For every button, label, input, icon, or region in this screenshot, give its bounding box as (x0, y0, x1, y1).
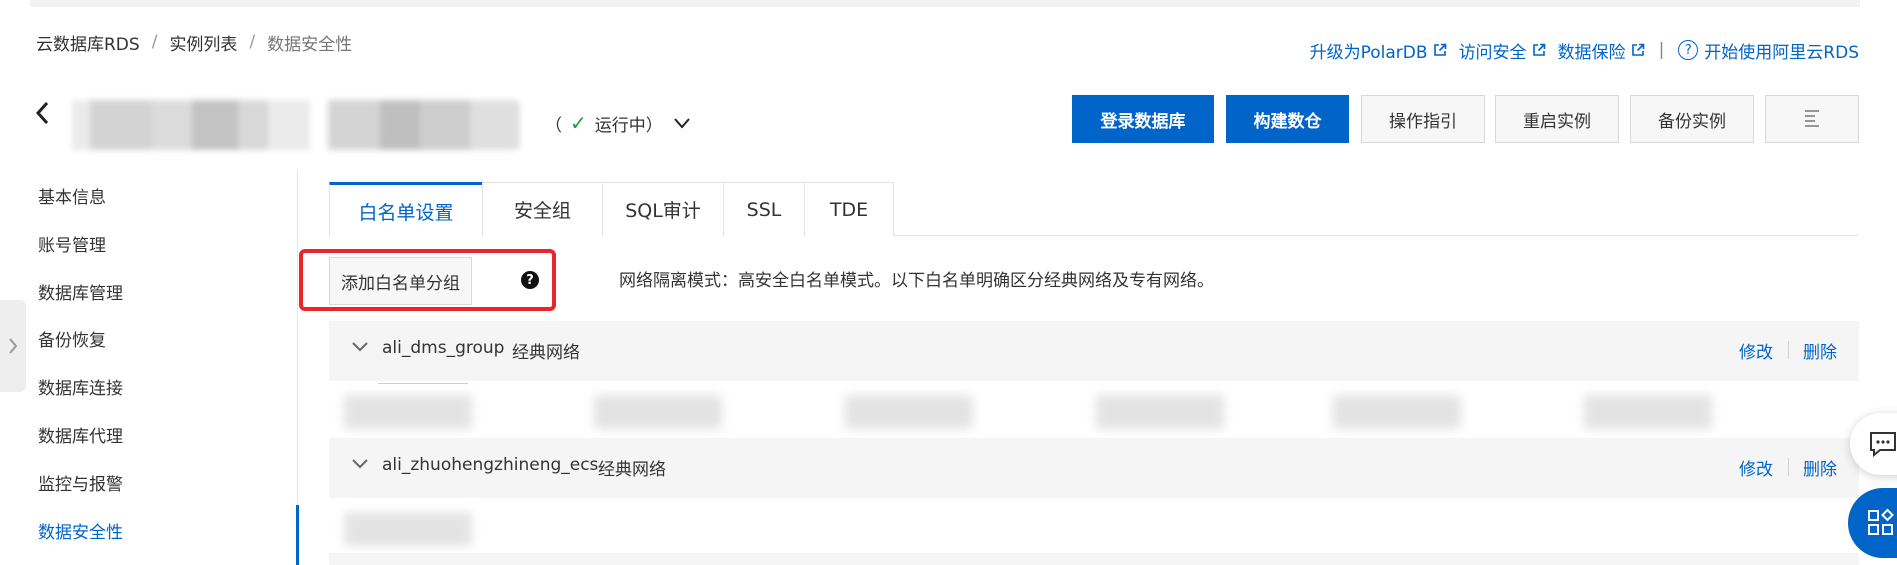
sidebar-item-basic-info[interactable]: 基本信息 (38, 183, 106, 209)
backup-instance-button[interactable]: 备份实例 (1630, 95, 1754, 143)
group-network-type: 经典网络 (598, 460, 666, 480)
sidebar-item-databases[interactable]: 数据库管理 (38, 279, 123, 305)
upgrade-polardb-link[interactable]: 升级为PolarDB (1310, 38, 1447, 63)
build-warehouse-button[interactable]: 构建数仓 (1226, 95, 1349, 143)
more-menu-button[interactable] (1765, 95, 1859, 143)
ip-address-redacted (845, 395, 973, 429)
data-protection-link[interactable]: 数据保险 (1558, 38, 1645, 63)
access-security-link[interactable]: 访问安全 (1459, 38, 1546, 63)
ip-address-redacted (344, 512, 472, 546)
top-strip (30, 0, 1860, 7)
apps-icon (1868, 508, 1894, 535)
sidebar-item-db-connection[interactable]: 数据库连接 (38, 374, 123, 400)
top-links: 升级为PolarDB 访问安全 数据保险 | ? 开始使用阿里云RDS (1298, 38, 1859, 63)
group-network-type: 经典网络 (512, 343, 580, 363)
back-arrow-icon[interactable] (34, 100, 50, 126)
ip-address-redacted (594, 395, 722, 429)
delete-group-link[interactable]: 删除 (1803, 455, 1837, 480)
external-link-icon (1433, 43, 1446, 56)
sidebar-active-indicator (296, 505, 299, 565)
group-name: ali_dms_group (382, 338, 505, 358)
tab-whitelist[interactable]: 白名单设置 (329, 182, 483, 237)
whitelist-ip-row (329, 500, 1859, 556)
ip-address-redacted (1333, 395, 1461, 429)
chevron-down-icon[interactable] (351, 458, 369, 470)
tab-tde[interactable]: TDE (804, 182, 894, 236)
delete-group-link[interactable]: 删除 (1803, 338, 1837, 363)
access-security-label: 访问安全 (1458, 42, 1527, 63)
whitelist-group-header: ali_dms_group 经典网络 修改 删除 (329, 321, 1859, 381)
external-link-icon (1631, 43, 1644, 56)
sidebar (0, 170, 298, 565)
sidebar-item-accounts[interactable]: 账号管理 (38, 231, 106, 257)
getting-started-link[interactable]: ? 开始使用阿里云RDS (1678, 38, 1859, 63)
sidebar-item-db-proxy[interactable]: 数据库代理 (38, 422, 123, 448)
status-close-paren: ） (645, 115, 663, 136)
links-divider: | (1658, 40, 1665, 60)
breadcrumb-instance-list[interactable]: 实例列表 (169, 30, 237, 55)
question-icon[interactable]: ? (521, 271, 539, 289)
network-isolation-note: 网络隔离模式：高安全白名单模式。以下白名单明确区分经典网络及专有网络。 (619, 271, 1214, 291)
chevron-down-icon[interactable] (351, 341, 369, 353)
getting-started-label: 开始使用阿里云RDS (1704, 42, 1859, 63)
ip-address-redacted (344, 395, 472, 429)
status-open-paren: （ (545, 115, 562, 136)
ip-address-redacted (1096, 395, 1224, 429)
external-link-icon (1532, 43, 1545, 56)
sidebar-item-backup-restore[interactable]: 备份恢复 (38, 326, 106, 352)
chat-icon (1870, 432, 1896, 458)
help-circle-icon: ? (1678, 40, 1699, 60)
check-icon: ✓ (570, 111, 587, 135)
tab-ssl[interactable]: SSL (723, 182, 805, 236)
group-name: ali_zhuohengzhineng_ecs (382, 455, 599, 475)
status-label: 运行中 (594, 115, 646, 136)
sidebar-collapse-handle[interactable] (0, 300, 26, 392)
whitelist-group-header: ali_zhuohengzhineng_ecs 经典网络 修改 删除 (329, 438, 1859, 498)
operation-guide-button[interactable]: 操作指引 (1361, 95, 1485, 143)
collapse-arrow-icon (9, 338, 18, 354)
data-protection-label: 数据保险 (1557, 42, 1626, 63)
breadcrumb-separator: / (151, 32, 158, 52)
ip-address-redacted (1584, 395, 1712, 429)
instance-status[interactable]: （ ✓ 运行中 ） (545, 110, 691, 136)
edit-group-link[interactable]: 修改 (1739, 338, 1773, 363)
sidebar-item-data-security[interactable]: 数据安全性 (38, 518, 123, 544)
list-icon (1805, 110, 1819, 127)
action-divider (1788, 458, 1789, 476)
security-tabs: 白名单设置 安全组 SQL审计 SSL TDE (329, 182, 1859, 237)
upgrade-polardb-label: 升级为PolarDB (1309, 42, 1428, 63)
instance-name-redacted (60, 100, 520, 150)
tab-sql-audit[interactable]: SQL审计 (602, 182, 724, 236)
action-divider (1788, 341, 1789, 359)
login-database-button[interactable]: 登录数据库 (1072, 95, 1214, 143)
next-group-header (329, 553, 1859, 565)
breadcrumb-rds[interactable]: 云数据库RDS (36, 30, 140, 55)
chevron-down-icon[interactable] (673, 116, 691, 130)
add-whitelist-group-button[interactable]: 添加白名单分组 (329, 257, 472, 305)
sidebar-item-monitoring[interactable]: 监控与报警 (38, 470, 123, 496)
breadcrumb: 云数据库RDS / 实例列表 / 数据安全性 (36, 30, 353, 55)
whitelist-ip-row (329, 383, 1859, 439)
breadcrumb-separator: / (249, 32, 256, 52)
restart-instance-button[interactable]: 重启实例 (1495, 95, 1619, 143)
edit-group-link[interactable]: 修改 (1739, 455, 1773, 480)
breadcrumb-current: 数据安全性 (267, 34, 353, 55)
tab-security-group[interactable]: 安全组 (482, 182, 603, 236)
